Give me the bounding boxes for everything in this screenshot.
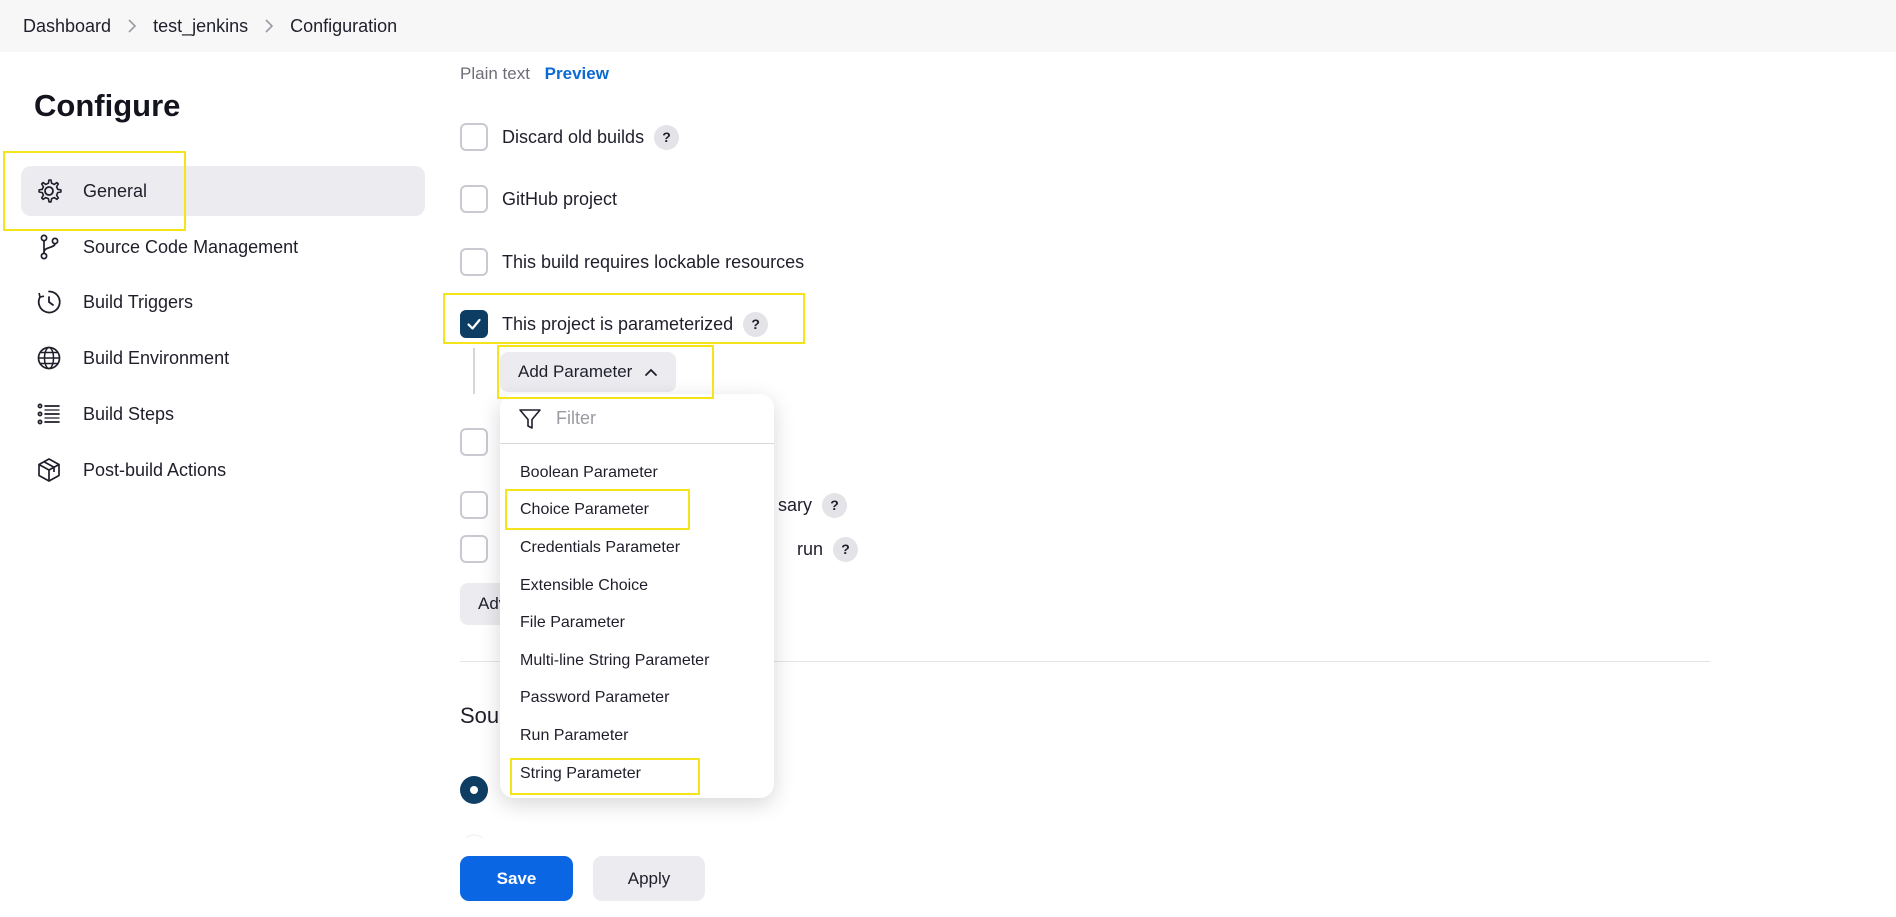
menu-item-multiline-string-parameter[interactable]: Multi-line String Parameter — [500, 642, 774, 680]
apply-button[interactable]: Apply — [593, 856, 705, 901]
preview-link[interactable]: Preview — [545, 64, 609, 83]
help-icon[interactable]: ? — [654, 124, 680, 150]
sidebar-item-build-steps[interactable]: Build Steps — [21, 389, 425, 439]
option-parameterized: This project is parameterized ? — [460, 310, 769, 338]
option-checkbox[interactable] — [460, 535, 488, 563]
sidebar-item-label: Build Environment — [83, 347, 230, 368]
plain-text-tab[interactable]: Plain text — [460, 64, 530, 83]
menu-item-boolean-parameter[interactable]: Boolean Parameter — [500, 454, 774, 492]
help-icon[interactable]: ? — [822, 492, 848, 518]
help-icon[interactable]: ? — [743, 311, 769, 337]
menu-item-string-parameter[interactable]: String Parameter — [500, 755, 774, 793]
section-heading-source-code: Sou — [460, 703, 500, 728]
sidebar-item-label: Build Steps — [83, 403, 175, 424]
chevron-up-icon — [644, 367, 658, 377]
menu-item-run-parameter[interactable]: Run Parameter — [500, 717, 774, 755]
chevron-right-icon — [127, 19, 137, 33]
page-title: Configure — [34, 88, 181, 123]
checkmark-icon — [467, 318, 481, 330]
lockable-resources-checkbox[interactable] — [460, 248, 488, 276]
branch-icon — [35, 233, 63, 261]
sidebar-item-label: Build Triggers — [83, 291, 194, 312]
option-label: sary — [778, 494, 813, 515]
discard-old-builds-checkbox[interactable] — [460, 123, 488, 151]
option-checkbox[interactable] — [460, 428, 488, 456]
package-icon — [35, 456, 63, 484]
sidebar-item-label: General — [83, 180, 148, 201]
sidebar-item-general[interactable]: General — [21, 166, 425, 216]
add-parameter-dropdown: Boolean Parameter Choice Parameter Crede… — [500, 394, 774, 798]
add-parameter-button[interactable]: Add Parameter — [500, 352, 677, 392]
save-button[interactable]: Save — [460, 856, 573, 901]
parameter-group-line — [473, 348, 475, 394]
filter-input[interactable] — [554, 407, 754, 430]
filter-row — [500, 394, 774, 444]
parameter-type-list: Boolean Parameter Choice Parameter Crede… — [500, 444, 774, 792]
github-project-checkbox[interactable] — [460, 185, 488, 213]
breadcrumb: Dashboard test_jenkins Configuration — [0, 0, 1896, 52]
option-hidden-1 — [460, 428, 502, 456]
option-github-project: GitHub project — [460, 185, 617, 213]
menu-item-password-parameter[interactable]: Password Parameter — [500, 680, 774, 718]
list-icon — [35, 400, 63, 428]
breadcrumb-configuration[interactable]: Configuration — [290, 16, 397, 37]
option-label: Discard old builds — [502, 126, 645, 147]
breadcrumb-dashboard[interactable]: Dashboard — [23, 16, 111, 37]
clock-icon — [35, 288, 63, 316]
gear-icon — [35, 177, 63, 205]
option-label: This project is parameterized — [502, 313, 734, 334]
help-icon[interactable]: ? — [833, 536, 859, 562]
option-label: This build requires lockable resources — [502, 251, 805, 272]
add-parameter-label: Add Parameter — [518, 362, 633, 381]
menu-item-credentials-parameter[interactable]: Credentials Parameter — [500, 529, 774, 567]
globe-icon — [35, 344, 63, 372]
breadcrumb-job[interactable]: test_jenkins — [153, 16, 248, 37]
sidebar-item-label: Post-build Actions — [83, 459, 227, 480]
option-label: GitHub project — [502, 188, 618, 209]
menu-item-extensible-choice[interactable]: Extensible Choice — [500, 567, 774, 605]
option-discard-old-builds: Discard old builds ? — [460, 123, 680, 151]
sidebar-item-build-environment[interactable]: Build Environment — [21, 333, 425, 383]
sidebar-item-label: Source Code Management — [83, 236, 299, 257]
sidebar-item-source-code-management[interactable]: Source Code Management — [21, 222, 425, 272]
scm-radio-selected[interactable] — [460, 776, 488, 804]
option-checkbox[interactable] — [460, 491, 488, 519]
option-lockable-resources: This build requires lockable resources — [460, 248, 804, 276]
sidebar-item-post-build-actions[interactable]: Post-build Actions — [21, 445, 425, 495]
chevron-right-icon — [264, 19, 274, 33]
menu-item-file-parameter[interactable]: File Parameter — [500, 604, 774, 642]
sidebar-item-build-triggers[interactable]: Build Triggers — [21, 277, 425, 327]
menu-item-choice-parameter[interactable]: Choice Parameter — [500, 492, 774, 530]
parameterized-checkbox[interactable] — [460, 310, 488, 338]
filter-icon — [518, 408, 542, 430]
option-label: run — [797, 538, 824, 559]
description-format-toggle: Plain text Preview — [460, 64, 609, 84]
